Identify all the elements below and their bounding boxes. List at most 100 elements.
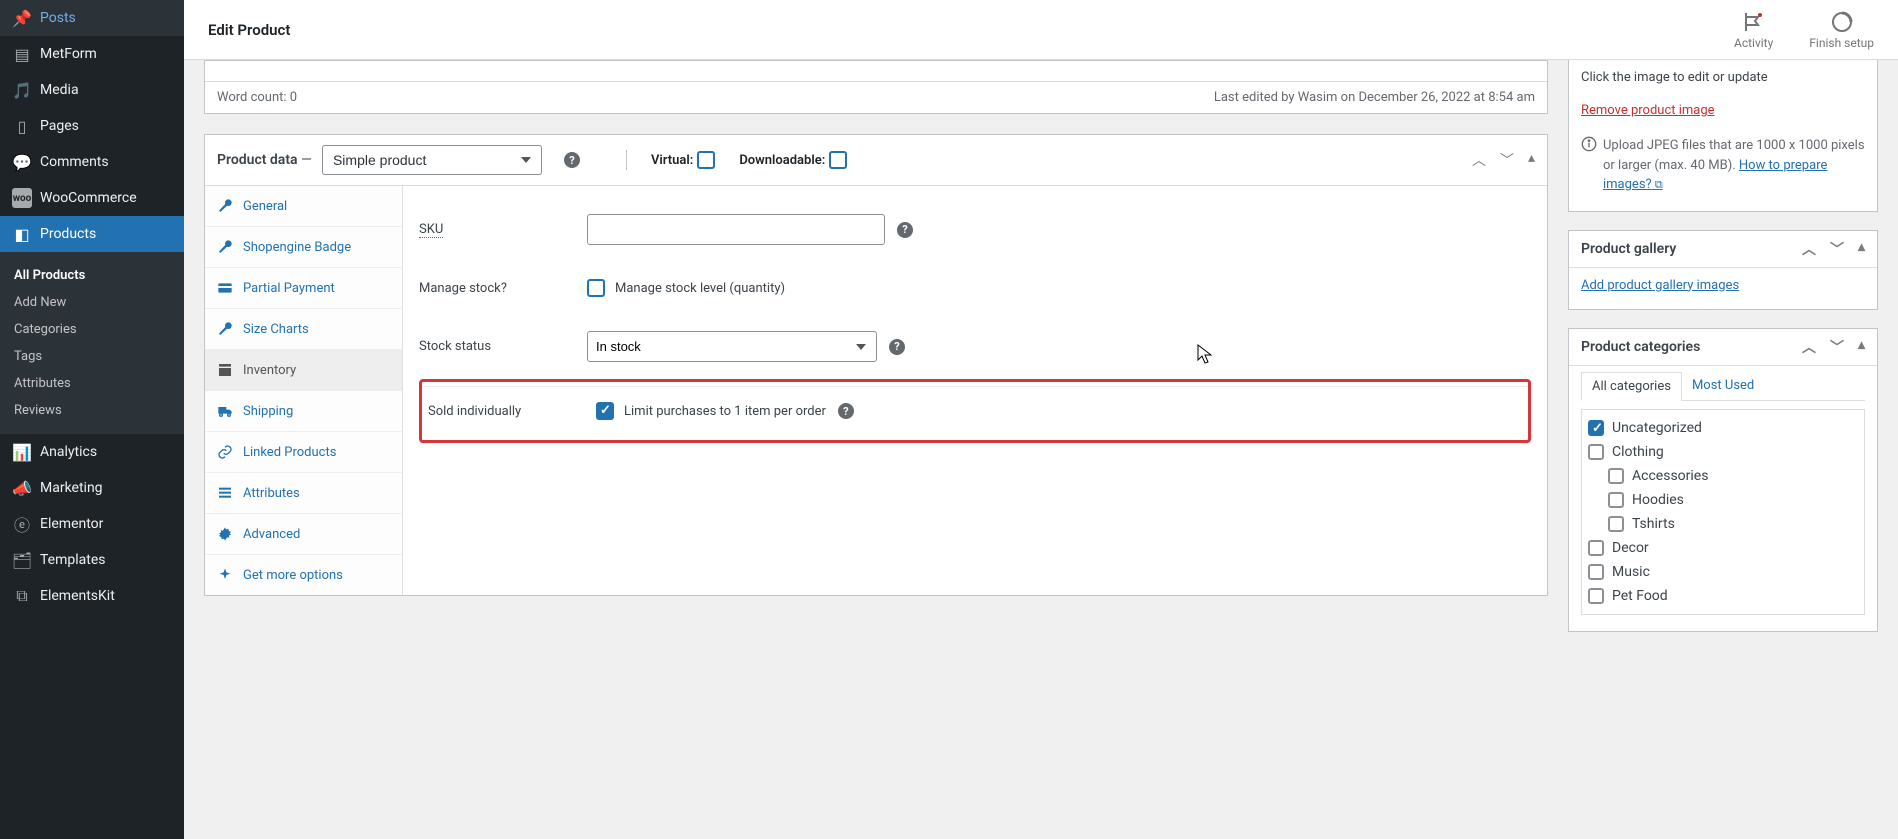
cat-item[interactable]: Pet Food	[1588, 584, 1858, 608]
menu-products[interactable]: ◧Products	[0, 216, 184, 252]
chevron-up-icon[interactable]: ︿	[1802, 337, 1816, 357]
remove-product-image-link[interactable]: Remove product image	[1581, 103, 1715, 118]
product-data-panel: Product data — Simple product ? Virtual:…	[204, 134, 1548, 596]
downloadable-label: Downloadable:	[739, 153, 825, 168]
admin-sidebar: 📌Posts ▤MetForm 🎵Media ▯Pages 💬Comments …	[0, 0, 184, 839]
sku-input[interactable]	[587, 214, 885, 245]
finish-setup-button[interactable]: Finish setup	[1809, 10, 1874, 50]
woocommerce-icon: woo	[12, 188, 32, 208]
submenu-all-products[interactable]: All Products	[0, 262, 184, 289]
tab-shipping[interactable]: Shipping	[205, 391, 402, 432]
tab-partial-payment[interactable]: Partial Payment	[205, 268, 402, 309]
submenu-categories[interactable]: Categories	[0, 316, 184, 343]
wrench-icon	[217, 239, 233, 255]
menu-analytics[interactable]: 📊Analytics	[0, 434, 184, 470]
cat-checkbox[interactable]	[1588, 564, 1604, 580]
word-count: Word count: 0	[217, 90, 297, 105]
marketing-icon: 📣	[12, 478, 32, 498]
cat-item[interactable]: Tshirts	[1608, 512, 1858, 536]
cat-checkbox[interactable]	[1588, 444, 1604, 460]
upload-note: Upload JPEG files that are 1000 x 1000 p…	[1581, 136, 1865, 195]
tab-size-charts[interactable]: Size Charts	[205, 309, 402, 350]
elementskit-icon: ⧉	[12, 586, 32, 606]
menu-comments[interactable]: 💬Comments	[0, 144, 184, 180]
tab-linked-products[interactable]: Linked Products	[205, 432, 402, 473]
cat-item[interactable]: Accessories	[1608, 464, 1858, 488]
sold-individually-checkbox[interactable]	[596, 402, 614, 420]
cat-checkbox[interactable]	[1588, 588, 1604, 604]
menu-elementor[interactable]: ⓔElementor	[0, 506, 184, 542]
virtual-checkbox[interactable]	[697, 151, 715, 169]
flag-icon	[1742, 10, 1766, 34]
add-gallery-images-link[interactable]: Add product gallery images	[1581, 278, 1739, 293]
tab-get-more[interactable]: Get more options	[205, 555, 402, 595]
downloadable-checkbox[interactable]	[829, 151, 847, 169]
menu-media[interactable]: 🎵Media	[0, 72, 184, 108]
product-type-select[interactable]: Simple product	[322, 145, 542, 175]
caret-up-icon[interactable]: ▴	[1858, 239, 1865, 259]
submenu-add-new[interactable]: Add New	[0, 289, 184, 316]
tab-general[interactable]: General	[205, 186, 402, 227]
product-categories-title: Product categories	[1581, 339, 1700, 355]
click-image-text: Click the image to edit or update	[1581, 70, 1865, 85]
cat-checkbox[interactable]	[1588, 540, 1604, 556]
chevron-down-icon[interactable]: ﹀	[1500, 150, 1514, 170]
menu-pages[interactable]: ▯Pages	[0, 108, 184, 144]
info-icon	[1581, 136, 1597, 152]
menu-posts[interactable]: 📌Posts	[0, 0, 184, 36]
activity-button[interactable]: Activity	[1734, 10, 1773, 50]
cat-checkbox[interactable]	[1588, 420, 1604, 436]
menu-metform[interactable]: ▤MetForm	[0, 36, 184, 72]
help-icon[interactable]: ?	[897, 222, 913, 238]
cat-item[interactable]: Clothing	[1588, 440, 1858, 464]
tab-attributes[interactable]: Attributes	[205, 473, 402, 514]
chevron-up-icon[interactable]: ︿	[1802, 239, 1816, 259]
cat-item[interactable]: Decor	[1588, 536, 1858, 560]
cat-checkbox[interactable]	[1608, 468, 1624, 484]
cat-checkbox[interactable]	[1608, 516, 1624, 532]
product-image-panel: Click the image to edit or update Remove…	[1568, 60, 1878, 212]
category-list[interactable]: Uncategorized Clothing Accessories Hoodi…	[1581, 409, 1865, 615]
topbar: Edit Product Activity Finish setup	[184, 0, 1898, 60]
tab-inventory[interactable]: Inventory	[205, 350, 402, 391]
help-icon[interactable]: ?	[889, 339, 905, 355]
sold-individually-description: Limit purchases to 1 item per order	[624, 404, 826, 419]
virtual-label: Virtual:	[651, 153, 693, 168]
chevron-up-icon[interactable]: ︿	[1472, 150, 1486, 170]
chevron-down-icon[interactable]: ﹀	[1830, 239, 1844, 259]
pages-icon: ▯	[12, 116, 32, 136]
chevron-down-icon[interactable]: ﹀	[1830, 337, 1844, 357]
cat-tab-most-used[interactable]: Most Used	[1682, 372, 1764, 400]
menu-elementskit[interactable]: ⧉ElementsKit	[0, 578, 184, 614]
cat-item[interactable]: Uncategorized	[1588, 416, 1858, 440]
templates-icon: 🗂	[12, 550, 32, 570]
tab-shopengine-badge[interactable]: Shopengine Badge	[205, 227, 402, 268]
submenu-reviews[interactable]: Reviews	[0, 397, 184, 424]
menu-woocommerce[interactable]: wooWooCommerce	[0, 180, 184, 216]
caret-up-icon[interactable]: ▴	[1528, 150, 1535, 170]
product-categories-panel: Product categories ︿ ﹀ ▴ All categories …	[1568, 328, 1878, 632]
cat-checkbox[interactable]	[1608, 492, 1624, 508]
product-data-tabs: General Shopengine Badge Partial Payment…	[205, 186, 403, 595]
caret-up-icon[interactable]: ▴	[1858, 337, 1865, 357]
card-icon	[217, 280, 233, 296]
cat-item[interactable]: Hoodies	[1608, 488, 1858, 512]
help-icon[interactable]: ?	[564, 152, 580, 168]
cat-tab-all[interactable]: All categories	[1581, 372, 1682, 401]
manage-stock-label: Manage stock?	[419, 281, 587, 296]
submenu-products: All Products Add New Categories Tags Att…	[0, 252, 184, 434]
page-title: Edit Product	[208, 21, 290, 39]
help-icon[interactable]: ?	[838, 403, 854, 419]
submenu-attributes[interactable]: Attributes	[0, 370, 184, 397]
link-icon	[217, 444, 233, 460]
tab-advanced[interactable]: Advanced	[205, 514, 402, 555]
cat-item[interactable]: Music	[1588, 560, 1858, 584]
editor-box: Word count: 0 Last edited by Wasim on De…	[204, 60, 1548, 114]
menu-marketing[interactable]: 📣Marketing	[0, 470, 184, 506]
stock-status-select[interactable]: In stock	[587, 331, 877, 362]
manage-stock-checkbox[interactable]	[587, 279, 605, 297]
media-icon: 🎵	[12, 80, 32, 100]
inventory-icon	[217, 362, 233, 378]
submenu-tags[interactable]: Tags	[0, 343, 184, 370]
menu-templates[interactable]: 🗂Templates	[0, 542, 184, 578]
